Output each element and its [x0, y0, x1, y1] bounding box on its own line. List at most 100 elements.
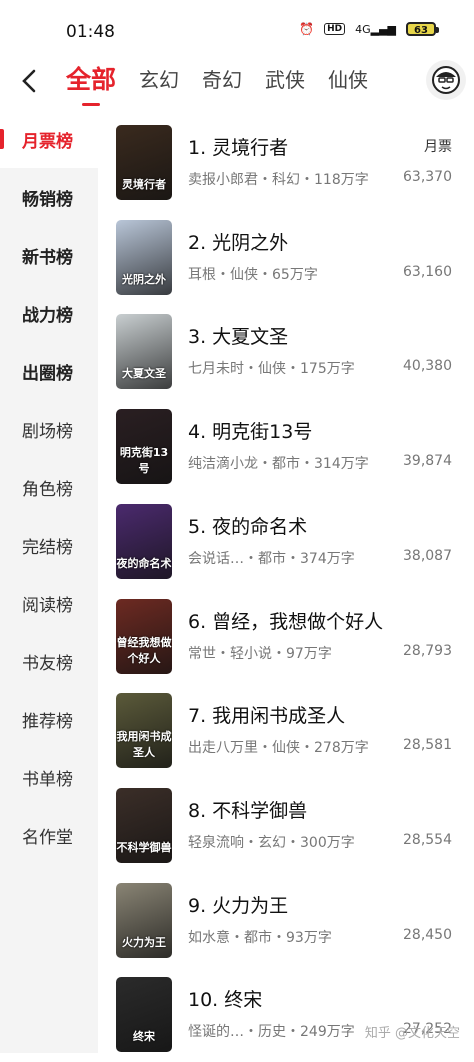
book-title[interactable]: 6. 曾经，我想做个好人	[188, 607, 383, 634]
clock: 01:48	[66, 22, 115, 42]
sidebar-item-label: 完结榜	[22, 537, 73, 558]
book-title[interactable]: 10. 终宋	[188, 985, 262, 1012]
book-row[interactable]: 终宋 10. 终宋 怪诞的…・历史・249万字 27,252	[98, 967, 474, 1062]
book-cover-title: 光阴之外	[122, 272, 166, 286]
tab-0[interactable]: 全部	[66, 60, 116, 106]
book-cover-title: 夜的命名术	[116, 556, 172, 570]
tab-3[interactable]: 武侠	[265, 60, 305, 100]
book-cover-title: 明克街13号	[119, 446, 169, 476]
book-votes: 40,380	[403, 358, 452, 375]
tab-4[interactable]: 仙侠	[328, 60, 368, 100]
book-cover[interactable]: 我用闲书成圣人	[116, 693, 172, 769]
watermark: 知乎 @文化天空	[364, 1026, 460, 1041]
book-votes: 28,793	[403, 642, 452, 659]
book-meta: 如水意・都市・93万字	[188, 929, 332, 946]
book-row[interactable]: 我用闲书成圣人 7. 我用闲书成圣人出走八万里・仙侠・278万字 28,581	[98, 683, 474, 778]
book-title[interactable]: 8. 不科学御兽	[188, 796, 307, 823]
book-votes: 28,554	[403, 831, 452, 848]
book-meta: 常世・轻小说・97万字	[188, 645, 332, 662]
active-tab-indicator	[82, 103, 100, 106]
sidebar-item-2[interactable]: 新书榜	[0, 226, 98, 284]
sidebar-item-label: 阅读榜	[22, 595, 73, 616]
book-row[interactable]: 火力为王 9. 火力为王如水意・都市・93万字 28,450	[98, 873, 474, 968]
book-cover[interactable]: 不科学御兽	[116, 787, 172, 863]
sidebar-item-7[interactable]: 完结榜	[0, 516, 98, 574]
book-votes: 28,581	[403, 737, 452, 754]
sidebar-item-11[interactable]: 书单榜	[0, 748, 98, 806]
ranking-list: 月票 灵境行者 1. 灵境行者 卖报小郎君・科幻・118万字 63,370 光阴之外 2.…	[98, 110, 474, 1053]
book-votes: 63,370	[403, 169, 452, 185]
book-cover[interactable]: 明克街13号	[116, 409, 172, 485]
hd-icon: HD	[324, 23, 346, 35]
avatar[interactable]	[426, 60, 466, 100]
battery-icon: 63	[406, 22, 439, 36]
book-meta: 出走八万里・仙侠・278万字	[188, 740, 369, 757]
book-cover[interactable]: 曾经我想做个好人	[116, 598, 172, 674]
sidebar-item-12[interactable]: 名作堂	[0, 806, 98, 864]
book-cover-title: 灵境行者	[122, 178, 166, 191]
book-cover[interactable]: 终宋	[116, 977, 172, 1053]
book-meta: 耳根・仙侠・65万字	[188, 266, 318, 283]
book-meta: 卖报小郎君・科幻・118万字	[188, 172, 369, 188]
book-cover[interactable]: 灵境行者	[116, 125, 172, 200]
book-votes: 38,087	[403, 547, 452, 564]
book-cover[interactable]: 大夏文圣	[116, 314, 172, 390]
chevron-left-icon	[22, 69, 36, 93]
book-cover-title: 大夏文圣	[122, 367, 166, 381]
book-cover-title: 终宋	[133, 1030, 155, 1044]
sidebar-item-label: 书友榜	[22, 653, 73, 674]
book-row[interactable]: 曾经我想做个好人 6. 曾经，我想做个好人常世・轻小说・97万字 28,793	[98, 589, 474, 684]
sidebar-item-9[interactable]: 书友榜	[0, 632, 98, 690]
sidebar-item-8[interactable]: 阅读榜	[0, 574, 98, 632]
book-meta: 会说话…・都市・374万字	[188, 550, 355, 567]
book-cover-title: 不科学御兽	[116, 840, 172, 854]
book-title[interactable]: 9. 火力为王	[188, 891, 288, 918]
category-tabs: 全部 玄幻 奇幻 武侠 仙侠	[66, 60, 391, 106]
sidebar-item-10[interactable]: 推荐榜	[0, 690, 98, 748]
sidebar-item-4[interactable]: 出圈榜	[0, 342, 98, 400]
sidebar-item-label: 战力榜	[22, 305, 73, 326]
book-title[interactable]: 2. 光阴之外	[188, 228, 288, 255]
book-cover-title: 曾经我想做个好人	[116, 635, 172, 665]
book-row[interactable]: 灵境行者 1. 灵境行者卖报小郎君・科幻・118万字 63,370	[98, 115, 474, 210]
tab-2[interactable]: 奇幻	[202, 60, 242, 100]
book-row[interactable]: 大夏文圣 3. 大夏文圣 七月未时・仙侠・175万字 40,380	[98, 304, 474, 399]
book-row[interactable]: 夜的命名术 5. 夜的命名术会说话…・都市・374万字 38,087	[98, 494, 474, 589]
active-indicator	[0, 129, 4, 149]
sidebar-item-label: 出圈榜	[22, 363, 73, 384]
book-meta: 纯洁滴小龙・都市・314万字	[188, 456, 369, 473]
book-title[interactable]: 1. 灵境行者	[188, 133, 288, 160]
book-votes: 63,160	[403, 263, 452, 280]
back-button[interactable]	[14, 64, 44, 98]
book-title[interactable]: 4. 明克街13号	[188, 417, 312, 444]
tab-1[interactable]: 玄幻	[139, 60, 179, 100]
book-row[interactable]: 不科学御兽 8. 不科学御兽轻泉流响・玄幻・300万字 28,554	[98, 778, 474, 873]
book-cover-title: 火力为王	[122, 935, 166, 949]
top-navigation: 全部 玄幻 奇幻 武侠 仙侠	[0, 60, 474, 106]
sidebar-item-label: 名作堂	[22, 827, 73, 848]
book-meta: 怪诞的…・历史・249万字	[188, 1024, 355, 1041]
book-title[interactable]: 3. 大夏文圣	[188, 322, 288, 349]
book-votes: 28,450	[403, 926, 452, 943]
book-title[interactable]: 7. 我用闲书成圣人	[188, 701, 345, 728]
book-title[interactable]: 5. 夜的命名术	[188, 512, 307, 539]
sidebar-item-1[interactable]: 畅销榜	[0, 168, 98, 226]
book-cover[interactable]: 火力为王	[116, 882, 172, 958]
book-cover[interactable]: 光阴之外	[116, 219, 172, 295]
book-votes: 39,874	[403, 453, 452, 470]
book-meta: 轻泉流响・玄幻・300万字	[188, 834, 355, 851]
sidebar-item-6[interactable]: 角色榜	[0, 458, 98, 516]
sidebar-item-label: 剧场榜	[22, 421, 73, 442]
book-row[interactable]: 光阴之外 2. 光阴之外耳根・仙侠・65万字 63,160	[98, 210, 474, 305]
sidebar-item-label: 书单榜	[22, 769, 73, 790]
book-cover-title: 我用闲书成圣人	[116, 730, 172, 760]
sidebar-item-3[interactable]: 战力榜	[0, 284, 98, 342]
sidebar-item-5[interactable]: 剧场榜	[0, 400, 98, 458]
status-bar: 01:48 ⏰ HD 4G▂▄▆ 63	[0, 0, 474, 60]
sidebar-item-0[interactable]: 月票榜	[0, 110, 98, 168]
book-row[interactable]: 明克街13号 4. 明克街13号纯洁滴小龙・都市・314万字 39,874	[98, 399, 474, 494]
book-cover[interactable]: 夜的命名术	[116, 503, 172, 579]
sidebar-item-label: 推荐榜	[22, 711, 73, 732]
alarm-icon: ⏰	[299, 22, 315, 36]
sidebar-item-label: 角色榜	[22, 479, 73, 500]
